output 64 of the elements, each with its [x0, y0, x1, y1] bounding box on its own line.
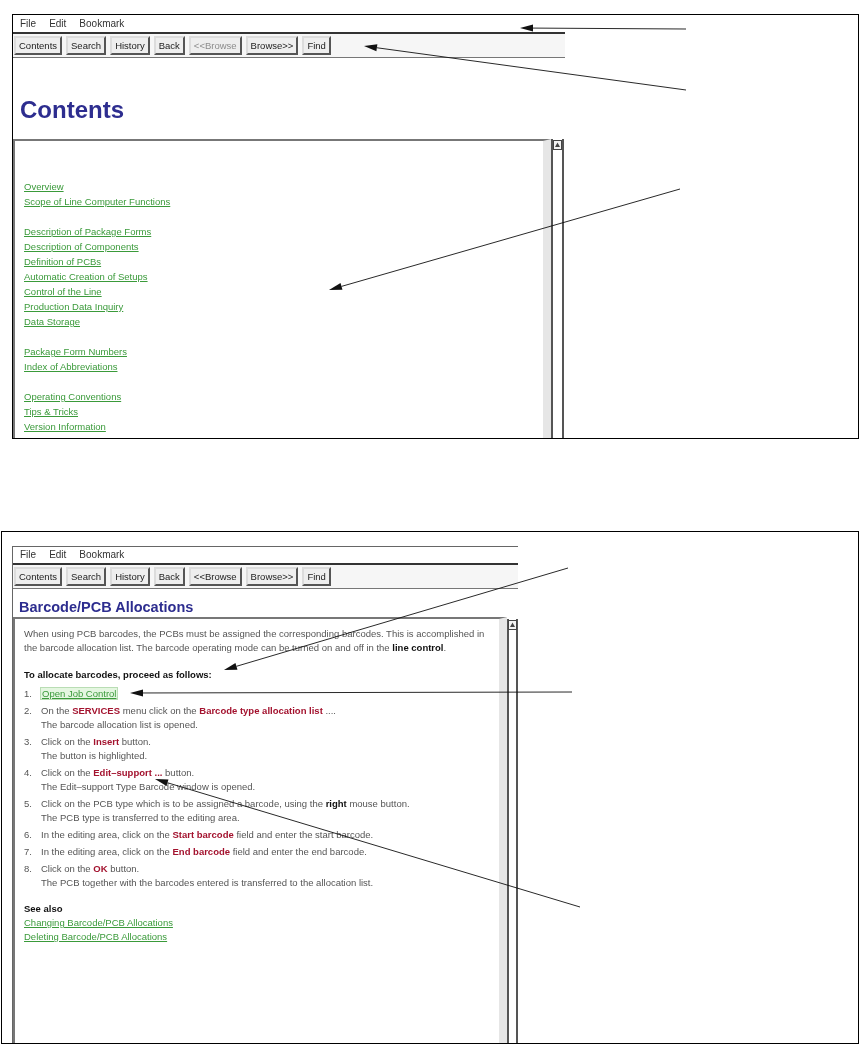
topic-link[interactable]: Definition of PCBs	[24, 256, 102, 267]
topic-link[interactable]: Package Form Numbers	[24, 346, 127, 357]
step-number: 1.	[24, 688, 32, 699]
topic-link[interactable]: Automatic Creation of Setups	[24, 271, 148, 282]
topic-link[interactable]: Production Data Inquiry	[24, 301, 124, 312]
menu-item[interactable]: Edit	[49, 18, 67, 29]
topic-link[interactable]: Index of Abbreviations	[24, 361, 118, 372]
step-text: On the SERVICES menu click on the Barcode type allocation list ....	[41, 704, 336, 718]
step-result: The button is highlighted.	[41, 749, 149, 763]
toolbar-button[interactable]: Contents	[14, 567, 63, 586]
related-link[interactable]: Deleting Barcode/PCB Allocations	[24, 931, 168, 942]
related-link[interactable]: Changing Barcode/PCB Allocations	[24, 917, 173, 928]
page-heading: Barcode/PCB Allocations	[19, 599, 194, 615]
toolbar-button[interactable]: Back	[153, 567, 185, 586]
step-text: In the editing area, click on the End barcode field and enter the end barcode.	[41, 845, 367, 859]
scrollbar[interactable]	[507, 619, 518, 1043]
page-heading: Contents	[20, 96, 124, 123]
step-text: Click on the Edit–support ... button.	[41, 766, 196, 780]
toolbar-button[interactable]: Find	[302, 567, 331, 586]
toolbar-button[interactable]: Browse>>	[245, 36, 299, 55]
toolbar-button[interactable]: Back	[153, 36, 185, 55]
step-number: 6.	[24, 829, 32, 840]
step-number: 4.	[24, 767, 32, 778]
menu-item[interactable]: Bookmark	[79, 18, 125, 29]
step-result: The barcode allocation list is opened.	[41, 718, 199, 732]
topic-link[interactable]: Scope of Line Computer Functions	[24, 196, 171, 207]
step-text: Click on the PCB type which is to be assigned a barcode, using the right mouse button.	[41, 797, 410, 811]
step-number: 7.	[24, 846, 32, 857]
scrollbar[interactable]	[551, 139, 564, 438]
step-result: The PCB type is transferred to the editing area.	[41, 811, 241, 825]
topic-link[interactable]: Description of Package Forms	[24, 226, 152, 237]
toolbar-button[interactable]: Search	[66, 36, 107, 55]
step-text: Click on the Insert button.	[41, 735, 151, 749]
step-text: Click on the OK button.	[41, 862, 141, 876]
toolbar-button[interactable]: Contents	[14, 36, 63, 55]
menu-item[interactable]: Edit	[49, 550, 67, 560]
intro-paragraph: When using PCB barcodes, the PCBs must be assigned the corresponding barcodes. This is accomplished in the barcode allocation list. The barcode operating mode can be turned on and off in the line control.	[24, 627, 486, 655]
menu-item[interactable]: File	[20, 18, 37, 29]
toolbar-button[interactable]: Find	[302, 36, 331, 55]
step-result: The PCB together with the barcodes entered is transferred to the allocation list.	[41, 876, 374, 890]
topic-link[interactable]: Tips & Tricks	[24, 406, 78, 417]
scroll-up-arrow-icon[interactable]	[553, 140, 562, 150]
step-number: 8.	[24, 863, 32, 874]
step-result: The Edit–support Type Barcode window is opened.	[41, 780, 256, 794]
toolbar-button[interactable]: <<Browse	[188, 567, 242, 586]
scroll-up-arrow-icon[interactable]	[508, 620, 517, 630]
toolbar-button[interactable]: History	[110, 36, 150, 55]
step-number: 2.	[24, 705, 32, 716]
toolbar-button[interactable]: Browse>>	[245, 567, 299, 586]
step-number: 3.	[24, 736, 32, 747]
menu-item[interactable]: File	[20, 550, 37, 560]
toolbar-button[interactable]: History	[110, 567, 150, 586]
topic-link[interactable]: Control of the Line	[24, 286, 102, 297]
menu-item[interactable]: Bookmark	[79, 550, 125, 560]
topic-link[interactable]: Data Storage	[24, 316, 80, 327]
step-number: 5.	[24, 798, 32, 809]
step-text: In the editing area, click on the Start barcode field and enter the start barcode.	[41, 828, 374, 842]
toolbar-button[interactable]: Search	[66, 567, 107, 586]
topic-link[interactable]: Version Information	[24, 421, 106, 432]
topic-link[interactable]: Overview	[24, 181, 64, 192]
topic-link[interactable]: Description of Components	[24, 241, 139, 252]
steps-heading: To allocate barcodes, proceed as follows:	[24, 669, 212, 680]
see-also-heading: See also	[24, 903, 63, 914]
topic-link[interactable]: Operating Conventions	[24, 391, 122, 402]
